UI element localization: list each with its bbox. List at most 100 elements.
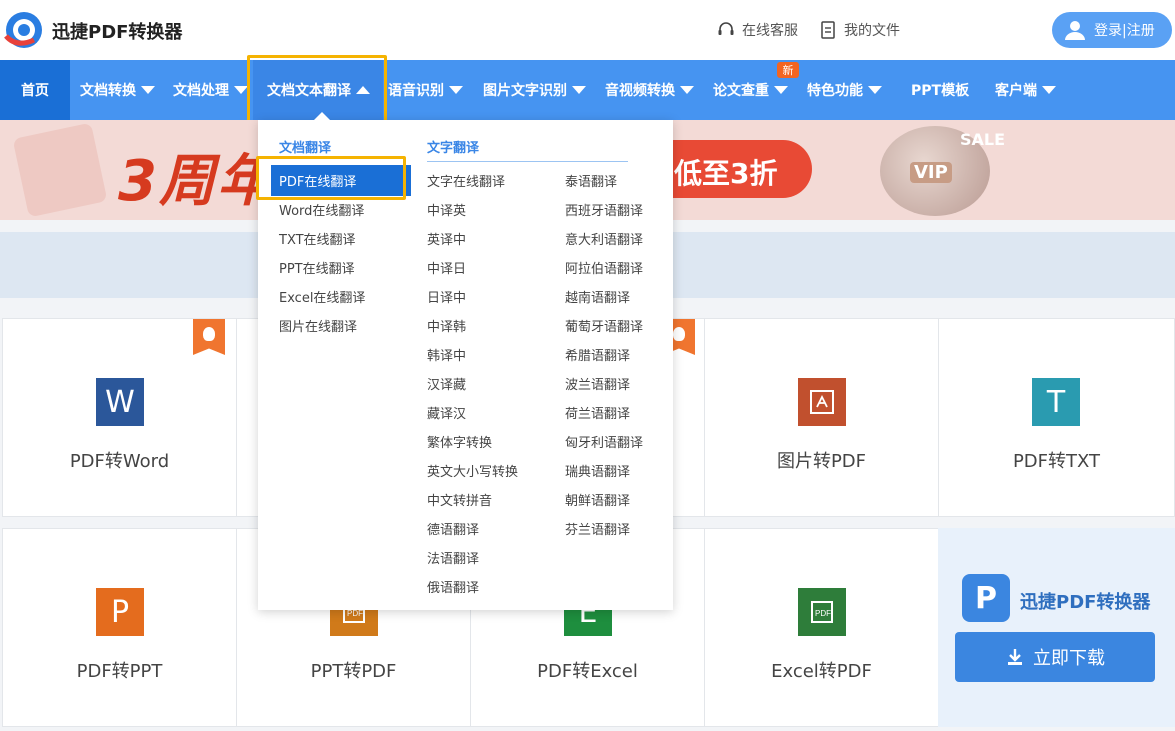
chevron-down-icon <box>680 86 694 94</box>
app-name[interactable]: 迅捷PDF转换器 <box>52 18 182 44</box>
menu-item-portuguese[interactable]: 葡萄牙语翻译 <box>565 316 643 335</box>
nav-label: 音视频转换 <box>605 83 675 99</box>
nav-item-av-convert[interactable]: 音视频转换 <box>605 60 694 120</box>
tool-card-image-to-pdf[interactable]: 图片转PDF <box>704 318 939 517</box>
nav-item-image-ocr[interactable]: 图片文字识别 <box>483 60 586 120</box>
menu-item-spanish[interactable]: 西班牙语翻译 <box>565 200 643 219</box>
nav-item-features[interactable]: 特色功能 <box>807 60 882 120</box>
menu-item-swedish[interactable]: 瑞典语翻译 <box>565 461 630 480</box>
chevron-down-icon <box>1042 86 1056 94</box>
tool-label: PDF转Excel <box>537 661 638 682</box>
doc-translate-heading: 文档翻译 <box>279 141 332 156</box>
menu-item-polish[interactable]: 波兰语翻译 <box>565 374 630 393</box>
menu-item-pinyin[interactable]: 中文转拼音 <box>427 490 492 509</box>
chevron-down-icon <box>774 86 788 94</box>
app-logo-icon[interactable] <box>4 10 44 50</box>
dropdown-arrow <box>314 112 330 120</box>
menu-item-txt-translate[interactable]: TXT在线翻译 <box>279 229 356 248</box>
download-now-button[interactable]: 立即下载 <box>955 632 1155 682</box>
banner-pill-text: 低至3折 <box>674 157 778 190</box>
text-translate-heading: 文字翻译 <box>427 141 480 156</box>
login-register-label: 登录|注册 <box>1094 23 1155 39</box>
document-icon <box>821 21 835 39</box>
menu-item-greek[interactable]: 希腊语翻译 <box>565 345 630 364</box>
user-icon <box>1065 21 1085 40</box>
menu-item-zh-bo[interactable]: 汉译藏 <box>427 374 466 393</box>
chevron-down-icon <box>868 86 882 94</box>
nav-label: 客户端 <box>995 83 1037 99</box>
hot-flame-icon <box>193 319 225 355</box>
nav-label: 文档转换 <box>80 83 136 99</box>
highlight-frame-menu-item <box>256 156 406 200</box>
nav-label: 文档处理 <box>173 83 229 99</box>
headset-icon <box>718 22 734 35</box>
tool-card-excel-to-pdf[interactable]: PDF Excel转PDF <box>704 528 939 727</box>
txt-icon: T <box>1032 378 1080 426</box>
menu-item-thai[interactable]: 泰语翻译 <box>565 171 617 190</box>
menu-item-german[interactable]: 德语翻译 <box>427 519 479 538</box>
nav-item-ppt-templates[interactable]: PPT模板 <box>911 60 969 120</box>
nav-label: 论文查重 <box>713 83 769 99</box>
tool-label: 图片转PDF <box>776 451 867 472</box>
heading-divider <box>427 161 628 162</box>
tool-label: PPT转PDF <box>310 661 397 682</box>
menu-item-zh-ja[interactable]: 中译日 <box>427 258 466 277</box>
nav-item-home[interactable]: 首页 <box>0 60 70 120</box>
my-files-label: 我的文件 <box>844 23 900 39</box>
download-card: P 迅捷PDF转换器 立即下载 <box>938 528 1175 727</box>
app-logo-icon: P <box>962 574 1010 622</box>
nav-item-client[interactable]: 客户端 <box>995 60 1056 120</box>
tool-label: PDF转Word <box>69 451 170 472</box>
my-files-link[interactable]: 我的文件 <box>818 20 900 40</box>
menu-item-excel-translate[interactable]: Excel在线翻译 <box>279 287 365 306</box>
nav-label: 图片文字识别 <box>483 83 567 99</box>
menu-item-hungarian[interactable]: 匈牙利语翻译 <box>565 432 643 451</box>
menu-item-ja-zh[interactable]: 日译中 <box>427 287 466 306</box>
word-icon: W <box>96 378 144 426</box>
menu-item-text-translate[interactable]: 文字在线翻译 <box>427 171 505 190</box>
new-badge: 新 <box>777 62 799 78</box>
ppt-icon: P <box>96 588 144 636</box>
sale-label: SALE <box>960 130 1006 149</box>
menu-item-dutch[interactable]: 荷兰语翻译 <box>565 403 630 422</box>
menu-item-image-translate[interactable]: 图片在线翻译 <box>279 316 357 335</box>
tool-card-pdf-to-word[interactable]: W PDF转Word <box>2 318 237 517</box>
menu-item-zh-ko[interactable]: 中译韩 <box>427 316 466 335</box>
menu-item-case-convert[interactable]: 英文大小写转换 <box>427 461 518 480</box>
svg-text:PDF: PDF <box>815 609 831 618</box>
menu-item-korean[interactable]: 朝鲜语翻译 <box>565 490 630 509</box>
menu-item-traditional[interactable]: 繁体字转换 <box>427 432 492 451</box>
vip-label: VIP <box>910 162 952 183</box>
nav-label: PPT模板 <box>911 83 970 99</box>
menu-item-bo-zh[interactable]: 藏译汉 <box>427 403 466 422</box>
online-service-label: 在线客服 <box>742 23 798 39</box>
menu-item-word-translate[interactable]: Word在线翻译 <box>279 200 364 219</box>
menu-item-ko-zh[interactable]: 韩译中 <box>427 345 466 364</box>
menu-item-arabic[interactable]: 阿拉伯语翻译 <box>565 258 643 277</box>
menu-item-french[interactable]: 法语翻译 <box>427 548 479 567</box>
menu-item-italian[interactable]: 意大利语翻译 <box>565 229 643 248</box>
nav-label: 特色功能 <box>807 83 863 99</box>
chevron-down-icon <box>234 86 248 94</box>
nav-item-doc-process[interactable]: 文档处理 <box>173 60 248 120</box>
menu-item-russian[interactable]: 俄语翻译 <box>427 577 479 596</box>
nav-item-doc-convert[interactable]: 文档转换 <box>80 60 155 120</box>
menu-item-finnish[interactable]: 芬兰语翻译 <box>565 519 630 538</box>
pdf-icon <box>798 378 846 426</box>
login-register-button[interactable]: 登录|注册 <box>1052 12 1172 48</box>
download-app-name: 迅捷PDF转换器 <box>1020 592 1151 613</box>
pdf-icon: PDF <box>798 588 846 636</box>
menu-item-en-zh[interactable]: 英译中 <box>427 229 466 248</box>
menu-item-ppt-translate[interactable]: PPT在线翻译 <box>279 258 355 277</box>
nav-label: 语音识别 <box>388 83 444 99</box>
online-service-link[interactable]: 在线客服 <box>716 20 798 40</box>
top-header: 迅捷PDF转换器 在线客服 我的文件 登录|注册 <box>0 0 1175 60</box>
download-button-label: 立即下载 <box>1033 648 1105 669</box>
menu-item-vietnamese[interactable]: 越南语翻译 <box>565 287 630 306</box>
tool-label: Excel转PDF <box>771 661 872 682</box>
menu-item-zh-en[interactable]: 中译英 <box>427 200 466 219</box>
download-icon <box>1008 649 1022 665</box>
tool-card-pdf-to-ppt[interactable]: P PDF转PPT <box>2 528 237 727</box>
tool-card-pdf-to-txt[interactable]: T PDF转TXT <box>938 318 1175 517</box>
nav-item-speech-recognition[interactable]: 语音识别 <box>388 60 463 120</box>
